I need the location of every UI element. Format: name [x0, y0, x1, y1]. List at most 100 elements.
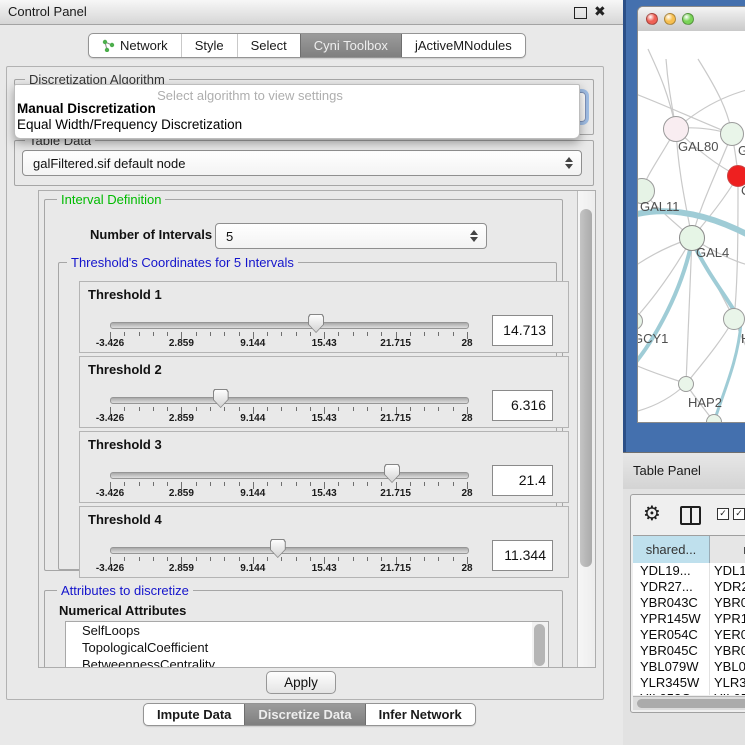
network-node[interactable] [678, 376, 694, 392]
attributes-scrollbar-thumb[interactable] [534, 624, 545, 666]
slider-tick [453, 557, 454, 561]
attributes-list-scrollbar[interactable] [532, 621, 549, 668]
screenshot-root: { "panel": { "title": "Control Panel" },… [0, 0, 745, 745]
settings-scrollbar[interactable] [577, 191, 595, 667]
slider-tick [353, 482, 354, 486]
slider-tick [338, 482, 339, 486]
slider-tick [267, 332, 268, 336]
close-icon[interactable]: ✖ [594, 3, 606, 20]
table-data-combobox[interactable]: galFiltered.sif default node [22, 150, 582, 176]
tab-network[interactable]: Network [89, 34, 181, 57]
slider-thumb[interactable] [384, 464, 400, 483]
column-header-name[interactable]: name [710, 536, 745, 564]
number-of-intervals-combobox[interactable]: 5 [215, 223, 487, 249]
slider-thumb[interactable] [213, 389, 229, 408]
slider-thumb-face [309, 315, 323, 332]
tab-discretize-data[interactable]: Discretize Data [244, 704, 364, 725]
attribute-list-item[interactable]: BetweennessCentrality [66, 656, 533, 668]
threshold-label: Threshold 1 [88, 287, 162, 302]
table-horizontal-scrollbar[interactable] [633, 696, 745, 710]
threshold-value-field[interactable]: 21.4 [492, 465, 553, 496]
slider-tick [424, 407, 425, 411]
checkbox-icon[interactable]: ✓ [733, 508, 745, 520]
tab-cyni-toolbox[interactable]: Cyni Toolbox [300, 34, 401, 57]
slider-tick-label: 15.43 [312, 338, 337, 349]
slider-tick [381, 482, 382, 486]
cell-name: YLR345W [710, 675, 745, 691]
column-header-shared-name[interactable]: shared... [633, 536, 710, 564]
slider-tick [367, 482, 368, 486]
slider-tick-label: -3.426 [96, 413, 124, 424]
threshold-panel: Threshold 1-3.4262.8599.14415.4321.71528… [79, 281, 569, 353]
tab-style[interactable]: Style [181, 34, 237, 57]
table-row[interactable]: YLR345WYLR345W [633, 675, 745, 691]
table-row[interactable]: YDL19...YDL19... [633, 563, 745, 579]
threshold-value-field[interactable]: 11.344 [492, 540, 553, 571]
tab-infer-network[interactable]: Infer Network [365, 704, 475, 725]
checkbox-icon[interactable]: ✓ [717, 508, 729, 520]
network-canvas[interactable]: GAL80GACGAL11GAL4GCY1HHAP2 [638, 31, 745, 422]
table-row[interactable]: YBR045CYBR045C [633, 643, 745, 659]
attribute-list-item[interactable]: TopologicalCoefficient [66, 639, 533, 656]
numerical-attributes-list[interactable]: SelfLoopsTopologicalCoefficientBetweenne… [65, 621, 534, 668]
slider-thumb-face [385, 465, 399, 482]
slider-tick [296, 407, 297, 411]
table-header-row: shared...name [633, 535, 745, 565]
network-window: GAL80GACGAL11GAL4GCY1HHAP2 [637, 6, 745, 423]
slider-tick [438, 557, 439, 561]
table-row[interactable]: YBR043CYBR043C [633, 595, 745, 611]
zoom-traffic-light-icon[interactable] [682, 13, 694, 25]
minimize-traffic-light-icon[interactable] [664, 13, 676, 25]
close-traffic-light-icon[interactable] [646, 13, 658, 25]
gear-icon[interactable]: ⚙ [643, 501, 661, 526]
slider-tick [224, 482, 225, 486]
slider-tick [210, 407, 211, 411]
tab-jactivemnodules[interactable]: jActiveMNodules [401, 34, 525, 57]
slider-tick-label: 21.715 [380, 488, 411, 499]
table-row[interactable]: YPR145WYPR145W [633, 611, 745, 627]
table-row[interactable]: YIL052CYIL052C [633, 691, 745, 695]
cell-name: YIL052C [710, 691, 745, 695]
cell-shared-name: YDR27... [633, 579, 710, 595]
slider-tick-label: 21.715 [380, 413, 411, 424]
attribute-list-item[interactable]: SelfLoops [66, 622, 533, 639]
network-node-label: HAP2 [688, 395, 722, 410]
threshold-value-field[interactable]: 6.316 [492, 390, 553, 421]
slider-tick [367, 557, 368, 561]
tab-label: Infer Network [379, 707, 462, 722]
slider-tick [210, 557, 211, 561]
table-row[interactable]: YDR27...YDR27... [633, 579, 745, 595]
slider-tick [153, 482, 154, 486]
slider-track[interactable] [110, 397, 469, 404]
settings-scrollbar-thumb[interactable] [580, 209, 592, 567]
table-hscrollbar-thumb[interactable] [637, 699, 745, 708]
slider-tick-label: 9.144 [240, 338, 265, 349]
slider-tick-label: 15.43 [312, 563, 337, 574]
slider-track[interactable] [110, 472, 469, 479]
threshold-value-field[interactable]: 14.713 [492, 315, 553, 346]
slider-tick [296, 557, 297, 561]
slider-tick [410, 557, 411, 561]
slider-track[interactable] [110, 547, 469, 554]
slider-track[interactable] [110, 322, 469, 329]
cell-name: YER054C [710, 627, 745, 643]
tab-select[interactable]: Select [237, 34, 300, 57]
float-icon[interactable] [574, 7, 587, 19]
slider-tick [281, 407, 282, 411]
split-columns-icon[interactable] [680, 506, 701, 525]
network-node[interactable] [723, 308, 745, 330]
slider-thumb[interactable] [270, 539, 286, 558]
slider-tick [196, 482, 197, 486]
slider-tick-label: 15.43 [312, 413, 337, 424]
slider-thumb[interactable] [308, 314, 324, 333]
bottom-tab-bar: Impute DataDiscretize Data Infer Network [143, 703, 476, 726]
slider-tick-label: 2.859 [169, 413, 194, 424]
table-row[interactable]: YBL079WYBL079W [633, 659, 745, 675]
slider-tick-label: -3.426 [96, 488, 124, 499]
table-row[interactable]: YER054CYER054C [633, 627, 745, 643]
algorithm-option[interactable]: Manual Discretization [17, 101, 570, 117]
algorithm-option[interactable]: Equal Width/Frequency Discretization [17, 117, 570, 133]
tab-impute-data[interactable]: Impute Data [144, 704, 244, 725]
apply-button[interactable]: Apply [266, 671, 336, 694]
top-tab-bar: NetworkStyleSelectCyni ToolboxjActiveMNo… [88, 33, 526, 58]
